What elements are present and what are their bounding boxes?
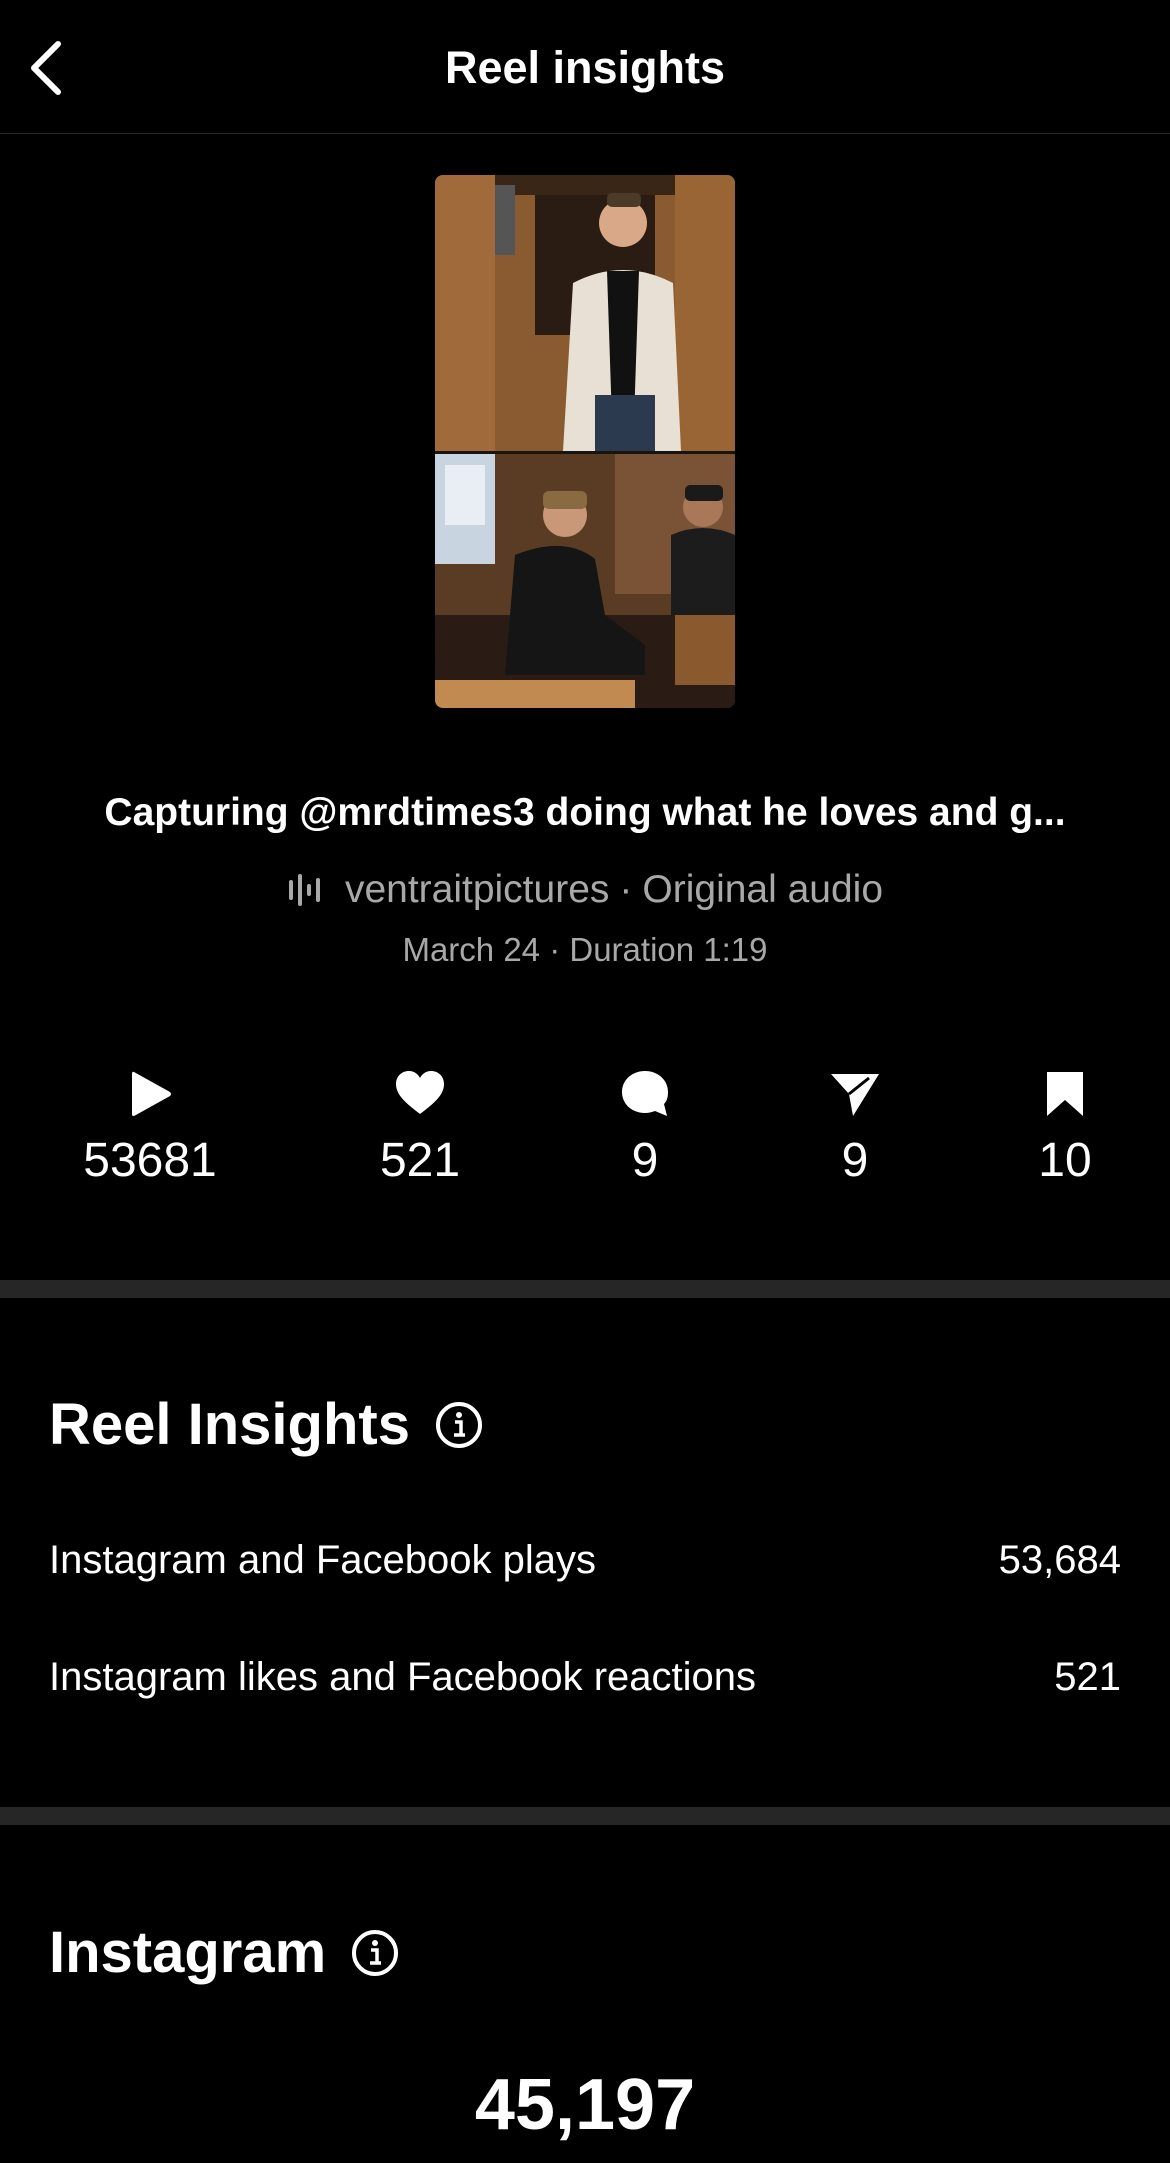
insight-row-label: Instagram and Facebook plays bbox=[49, 1537, 596, 1582]
audio-waveform-icon bbox=[288, 874, 320, 906]
comment-icon bbox=[622, 1071, 668, 1116]
reel-meta: March 24 · Duration 1:19 bbox=[0, 928, 1170, 972]
top-bar: Reel insights bbox=[0, 0, 1170, 134]
play-icon bbox=[132, 1071, 171, 1116]
page-title: Reel insights bbox=[444, 42, 726, 93]
audio-link[interactable]: ventraitpictures · Original audio bbox=[0, 864, 1170, 916]
reel-duration: Duration 1:19 bbox=[569, 931, 768, 968]
reel-thumbnail-image bbox=[435, 175, 735, 708]
info-icon[interactable] bbox=[434, 1400, 484, 1450]
heart-icon bbox=[396, 1071, 444, 1114]
stat-shares: 9 bbox=[755, 1068, 955, 1190]
section-divider bbox=[0, 1280, 1170, 1298]
section-divider bbox=[0, 1807, 1170, 1825]
audio-label: Original audio bbox=[642, 868, 884, 911]
info-icon[interactable] bbox=[350, 1928, 400, 1978]
insight-row-label: Instagram likes and Facebook reactions bbox=[49, 1654, 757, 1699]
insight-row-value: 521 bbox=[1054, 1654, 1121, 1699]
reel-insights-header: Reel Insights bbox=[49, 1390, 484, 1460]
instagram-plays-total: 45,197 bbox=[474, 2065, 696, 2145]
share-icon bbox=[831, 1074, 879, 1116]
reel-caption: Capturing @mrdtimes3 doing what he loves… bbox=[104, 791, 1066, 834]
insight-row-value: 53,684 bbox=[998, 1537, 1121, 1582]
audio-separator: · bbox=[619, 868, 633, 911]
stat-likes-value: 521 bbox=[379, 1134, 461, 1187]
insight-row-likes: Instagram likes and Facebook reactions 5… bbox=[49, 1649, 1121, 1705]
meta-separator: · bbox=[549, 931, 561, 968]
reel-thumbnail[interactable] bbox=[435, 175, 735, 708]
insight-row-plays: Instagram and Facebook plays 53,684 bbox=[49, 1532, 1121, 1588]
stat-saves: 10 bbox=[965, 1068, 1165, 1190]
bookmark-icon bbox=[1047, 1072, 1083, 1116]
stat-plays-value: 53681 bbox=[83, 1134, 217, 1187]
stat-saves-value: 10 bbox=[1038, 1134, 1092, 1187]
stat-comments: 9 bbox=[545, 1068, 745, 1190]
stat-likes: 521 bbox=[320, 1068, 520, 1190]
reel-date: March 24 bbox=[402, 931, 541, 968]
stat-shares-value: 9 bbox=[841, 1134, 869, 1187]
audio-author: ventraitpictures bbox=[344, 868, 610, 911]
stat-plays: 53681 bbox=[50, 1068, 250, 1190]
reel-insights-title: Reel Insights bbox=[49, 1392, 410, 1457]
instagram-header: Instagram bbox=[49, 1918, 400, 1988]
instagram-title: Instagram bbox=[49, 1920, 327, 1985]
stat-comments-value: 9 bbox=[631, 1134, 659, 1187]
